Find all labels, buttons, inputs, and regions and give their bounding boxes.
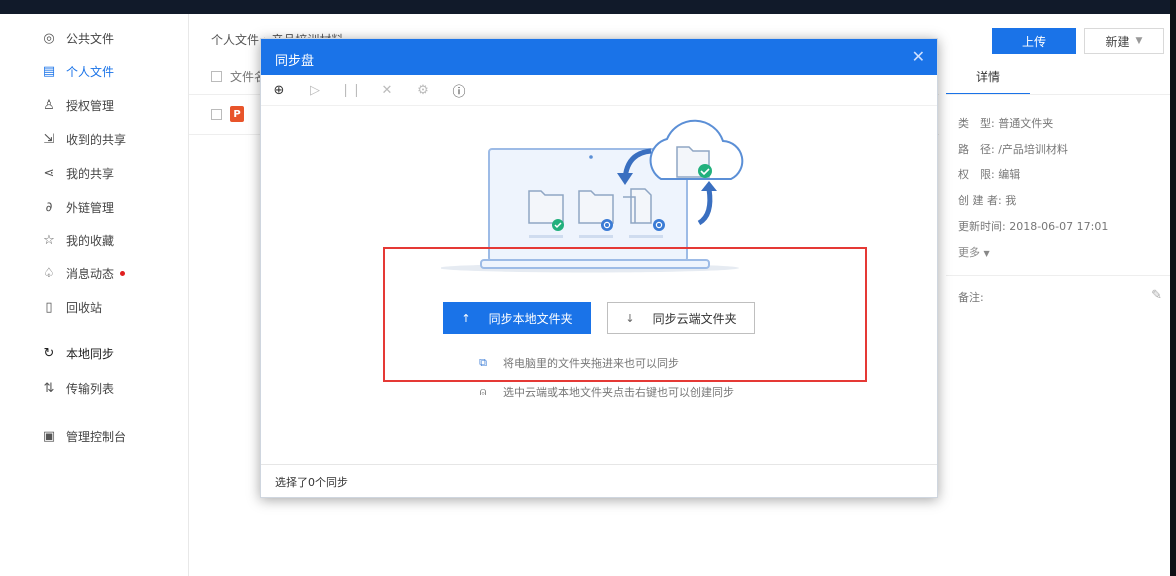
edit-icon[interactable]: ✎: [1151, 288, 1162, 303]
sidebar-item-label: 我的收藏: [66, 233, 115, 248]
received-share-icon: ⇲: [43, 131, 55, 147]
trash-icon: ▯: [45, 299, 53, 315]
sidebar-item-label: 本地同步: [66, 346, 115, 361]
info-value: 普通文件夹: [998, 117, 1054, 130]
note-label: 备注:: [958, 291, 984, 304]
sidebar-item-transfer-list[interactable]: ⇅ 传输列表: [42, 377, 114, 399]
public-files-icon: ◎: [43, 30, 55, 46]
sync-cloud-label: 同步云端文件夹: [652, 311, 737, 326]
new-button-label: 新建: [1105, 34, 1130, 49]
detail-panel: 上传 新建 ▼ 详情 类 型: 普通文件夹 路 径: /产品培训材料 权 限: …: [946, 14, 1170, 576]
info-creator: 创 建 者: 我: [958, 192, 1016, 208]
delete-icon[interactable]: ✕: [369, 75, 405, 105]
sync-dialog: 同步盘 ✕ ⊕ ▷ ❘❘ ✕ ⚙ ⓘ ↑ 同步本地文件夹 ↓ 同步云端文件夹 ⧉…: [260, 38, 938, 498]
ppt-file-icon: P: [230, 106, 244, 122]
divider: [946, 94, 1170, 95]
dialog-header: 同步盘 ✕: [261, 39, 937, 75]
chevron-down-icon: ▼: [983, 249, 990, 258]
sidebar-item-label: 个人文件: [66, 64, 115, 79]
my-share-icon: ⋖: [43, 165, 55, 181]
info-icon[interactable]: ⓘ: [441, 75, 477, 105]
sidebar-item-recycle-bin[interactable]: ▯ 回收站: [42, 296, 102, 318]
top-strip: [0, 0, 1176, 14]
info-value: /产品培训材料: [998, 143, 1068, 156]
sidebar-item-authorization[interactable]: ♙ 授权管理: [42, 94, 114, 116]
sidebar-item-label: 我的共享: [66, 166, 115, 181]
console-icon: ▣: [42, 428, 56, 444]
sidebar-item-my-share[interactable]: ⋖ 我的共享: [42, 162, 114, 184]
personal-files-icon: ▤: [42, 63, 56, 79]
info-key: 权 限:: [958, 168, 995, 181]
sync-local-label: 同步本地文件夹: [488, 311, 573, 326]
info-value: 编辑: [998, 168, 1021, 181]
window-edge: [1170, 0, 1176, 576]
dialog-toolbar: ⊕ ▷ ❘❘ ✕ ⚙ ⓘ: [261, 75, 937, 106]
sidebar-item-received-share[interactable]: ⇲ 收到的共享: [42, 128, 126, 150]
sidebar-item-personal-files[interactable]: ▤ 个人文件: [42, 60, 114, 82]
sidebar-item-label: 回收站: [66, 300, 103, 315]
info-key: 路 径:: [958, 143, 995, 156]
table-row[interactable]: P: [211, 106, 244, 122]
select-all-checkbox[interactable]: [211, 71, 222, 82]
settings-icon[interactable]: ⚙: [405, 75, 441, 105]
info-path: 路 径: /产品培训材料: [958, 141, 1068, 157]
sidebar-item-admin-console[interactable]: ▣ 管理控制台: [42, 425, 126, 447]
sidebar-item-label: 外链管理: [66, 200, 115, 215]
column-header: 文件名: [211, 68, 266, 85]
right-click-hint-text: 选中云端或本地文件夹点击右键也可以创建同步: [503, 386, 734, 399]
row-checkbox[interactable]: [211, 108, 222, 120]
drag-folder-icon: ⧉: [479, 356, 487, 369]
sidebar-item-label: 收到的共享: [66, 132, 127, 147]
sync-icon: ↻: [43, 345, 55, 361]
unread-dot: [120, 270, 126, 276]
sidebar-item-local-sync[interactable]: ↻ 本地同步: [42, 342, 114, 364]
chevron-down-icon: ▼: [1135, 36, 1143, 46]
drag-hint: ⧉ 将电脑里的文件夹拖进来也可以同步: [475, 355, 679, 371]
add-sync-icon[interactable]: ⊕: [261, 75, 297, 105]
external-link-icon: ∂: [45, 199, 53, 215]
close-icon[interactable]: ✕: [912, 47, 925, 66]
drag-hint-text: 将电脑里的文件夹拖进来也可以同步: [503, 357, 679, 370]
info-key: 创 建 者:: [958, 194, 1002, 207]
sidebar-item-label: 公共文件: [66, 31, 115, 46]
bell-icon: ♤: [43, 265, 55, 281]
transfer-icon: ⇅: [43, 380, 55, 396]
sidebar-item-messages[interactable]: ♤ 消息动态: [42, 262, 126, 284]
info-key: 类 型:: [958, 117, 995, 130]
info-type: 类 型: 普通文件夹: [958, 115, 1053, 131]
more-label: 更多: [958, 246, 980, 259]
sidebar-item-label: 管理控制台: [66, 429, 127, 444]
sync-local-folder-button[interactable]: ↑ 同步本地文件夹: [443, 302, 591, 334]
sidebar-item-label: 授权管理: [66, 98, 115, 113]
upload-button[interactable]: 上传: [992, 28, 1076, 54]
info-key: 更新时间:: [958, 220, 1006, 233]
info-updated: 更新时间: 2018-06-07 17:01: [958, 218, 1108, 234]
more-toggle[interactable]: 更多 ▼: [958, 244, 990, 260]
sync-illustration: [441, 119, 744, 273]
sidebar-item-public-files[interactable]: ◎ 公共文件: [42, 27, 114, 49]
info-permission: 权 限: 编辑: [958, 166, 1020, 182]
pause-icon[interactable]: ❘❘: [333, 75, 369, 105]
sync-cloud-folder-button[interactable]: ↓ 同步云端文件夹: [607, 302, 755, 334]
new-button[interactable]: 新建 ▼: [1084, 28, 1164, 54]
star-icon: ☆: [43, 232, 55, 248]
sidebar-item-label: 传输列表: [66, 381, 115, 396]
dialog-footer: 选择了0个同步: [261, 464, 937, 497]
authorization-icon: ♙: [43, 97, 55, 113]
sidebar-item-label: 消息动态: [66, 266, 115, 281]
sidebar-item-favorites[interactable]: ☆ 我的收藏: [42, 229, 114, 251]
divider: [946, 275, 1170, 276]
tab-detail[interactable]: 详情: [946, 68, 1030, 95]
sidebar: ◎ 公共文件 ▤ 个人文件 ♙ 授权管理 ⇲ 收到的共享 ⋖ 我的共享 ∂ 外链…: [0, 14, 189, 576]
info-value: 我: [1005, 194, 1017, 207]
arrow-down-icon: ↓: [625, 311, 635, 325]
dialog-title: 同步盘: [275, 54, 315, 69]
info-value: 2018-06-07 17:01: [1009, 220, 1109, 233]
right-click-hint: ⍝ 选中云端或本地文件夹点击右键也可以创建同步: [475, 384, 734, 400]
play-icon[interactable]: ▷: [297, 75, 333, 105]
mouse-icon: ⍝: [479, 385, 487, 398]
arrow-up-icon: ↑: [461, 311, 471, 325]
selection-count: 选择了0个同步: [275, 476, 348, 489]
sidebar-item-external-links[interactable]: ∂ 外链管理: [42, 196, 114, 218]
